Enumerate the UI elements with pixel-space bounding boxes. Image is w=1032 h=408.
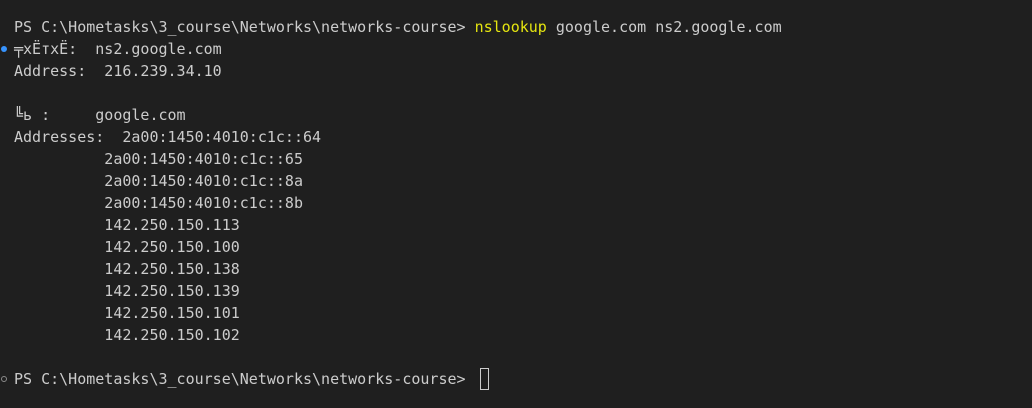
address-item: 142.250.150.100 xyxy=(14,238,240,256)
server-text: ╤хЁтхЁ: ns2.google.com xyxy=(14,40,222,58)
server-line: ╤хЁтхЁ: ns2.google.com xyxy=(1,38,1032,60)
command-decoration-empty-icon[interactable] xyxy=(1,376,7,382)
text-cursor[interactable] xyxy=(479,367,489,390)
prompt-text: PS C:\Hometasks\3_course\Networks\networ… xyxy=(14,370,475,388)
command-name: nslookup xyxy=(474,18,547,36)
addresses-line: Addresses: 2a00:1450:4010:c1c::64 xyxy=(14,128,322,146)
command-decoration-icon[interactable] xyxy=(1,46,7,52)
address-item: 142.250.150.139 xyxy=(14,282,240,300)
address-item: 142.250.150.101 xyxy=(14,304,240,322)
address-item: 142.250.150.138 xyxy=(14,260,240,278)
terminal-panel[interactable]: PS C:\Hometasks\3_course\Networks\networ… xyxy=(0,0,1032,408)
address-item: 2a00:1450:4010:c1c::8b xyxy=(14,194,303,212)
name-line: ╚ь : google.com xyxy=(14,106,186,124)
address-line: Address: 216.239.34.10 xyxy=(14,62,222,80)
address-item: 2a00:1450:4010:c1c::65 xyxy=(14,150,303,168)
prompt-text: PS C:\Hometasks\3_course\Networks\networ… xyxy=(14,18,475,36)
address-item: 2a00:1450:4010:c1c::8a xyxy=(14,172,303,190)
address-item: 142.250.150.113 xyxy=(14,216,240,234)
prompt-line-current[interactable]: PS C:\Hometasks\3_course\Networks\networ… xyxy=(1,367,1032,390)
address-item: 142.250.150.102 xyxy=(14,326,240,344)
prompt-line: PS C:\Hometasks\3_course\Networks\networ… xyxy=(14,16,1032,38)
command-args: google.com ns2.google.com xyxy=(546,18,782,36)
